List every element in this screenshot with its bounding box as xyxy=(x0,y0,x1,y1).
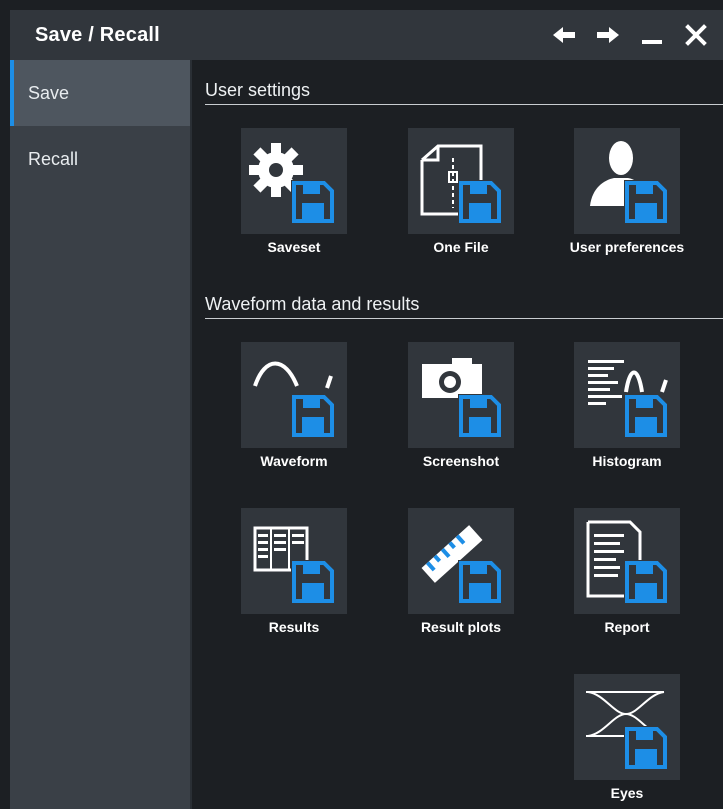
histogram-tile-box xyxy=(574,342,680,448)
waveform-save-icon xyxy=(253,361,335,438)
camera-save-icon xyxy=(422,358,502,438)
tile-label: Results xyxy=(268,619,320,635)
file-save-icon xyxy=(420,144,502,224)
window-title: Save / Recall xyxy=(35,23,160,46)
waveform-tile[interactable]: Waveform xyxy=(224,342,364,470)
screenshot-tile[interactable]: Screenshot xyxy=(391,342,531,470)
sidebar: Save Recall xyxy=(10,60,190,809)
one-file-tile[interactable]: One File xyxy=(391,128,531,256)
tile-label: Report xyxy=(604,619,650,635)
section-title-waveform: Waveform data and results xyxy=(205,294,420,314)
histogram-save-icon xyxy=(588,360,668,438)
sidebar-item-label: Recall xyxy=(28,148,79,169)
saveset-tile[interactable]: Saveset xyxy=(224,128,364,256)
section-divider xyxy=(205,318,723,319)
tile-label: Waveform xyxy=(260,453,328,469)
title-controls xyxy=(549,20,711,50)
forward-arrow-icon xyxy=(597,27,619,43)
main-content: User settings Saveset One File User pref… xyxy=(192,60,723,809)
tile-label: Saveset xyxy=(267,239,321,255)
save-recall-dialog: Save / Recall Save Recall User settings … xyxy=(0,0,723,809)
histogram-tile[interactable]: Histogram xyxy=(557,342,697,470)
one-file-tile-box xyxy=(408,128,514,234)
back-button[interactable] xyxy=(549,20,579,50)
section-title-user-settings: User settings xyxy=(205,80,311,100)
eye-diagram-save-icon xyxy=(586,691,668,770)
ruler-save-icon xyxy=(421,525,502,604)
user-save-icon xyxy=(590,141,668,224)
minimize-icon xyxy=(642,40,662,44)
tile-label: Histogram xyxy=(592,453,662,469)
sidebar-item-label: Save xyxy=(28,82,70,103)
saveset-tile-box xyxy=(241,128,347,234)
user-preferences-tile-box xyxy=(574,128,680,234)
sidebar-item-recall[interactable]: Recall xyxy=(10,126,190,192)
results-tile-box xyxy=(241,508,347,614)
user-preferences-tile[interactable]: User preferences xyxy=(557,128,697,256)
minimize-button[interactable] xyxy=(637,20,667,50)
tile-label: Result plots xyxy=(420,619,502,635)
report-save-icon xyxy=(586,520,668,604)
screenshot-tile-box xyxy=(408,342,514,448)
back-arrow-icon xyxy=(553,27,575,43)
sidebar-item-save[interactable]: Save xyxy=(10,60,190,126)
tile-label: Eyes xyxy=(610,785,644,801)
result-plots-tile[interactable]: Result plots xyxy=(391,508,531,636)
tile-label: User preferences xyxy=(569,239,685,255)
eyes-tile-box xyxy=(574,674,680,780)
tile-label: Screenshot xyxy=(422,453,500,469)
forward-button[interactable] xyxy=(593,20,623,50)
close-icon xyxy=(685,24,707,46)
section-divider xyxy=(205,104,723,105)
results-table-save-icon xyxy=(253,526,335,604)
gear-save-icon xyxy=(249,143,335,224)
result-plots-tile-box xyxy=(408,508,514,614)
title-bar: Save / Recall xyxy=(10,10,723,60)
close-button[interactable] xyxy=(681,20,711,50)
results-tile[interactable]: Results xyxy=(224,508,364,636)
report-tile[interactable]: Report xyxy=(557,508,697,636)
report-tile-box xyxy=(574,508,680,614)
eyes-tile[interactable]: Eyes xyxy=(557,674,697,802)
waveform-tile-box xyxy=(241,342,347,448)
tile-label: One File xyxy=(433,239,489,255)
